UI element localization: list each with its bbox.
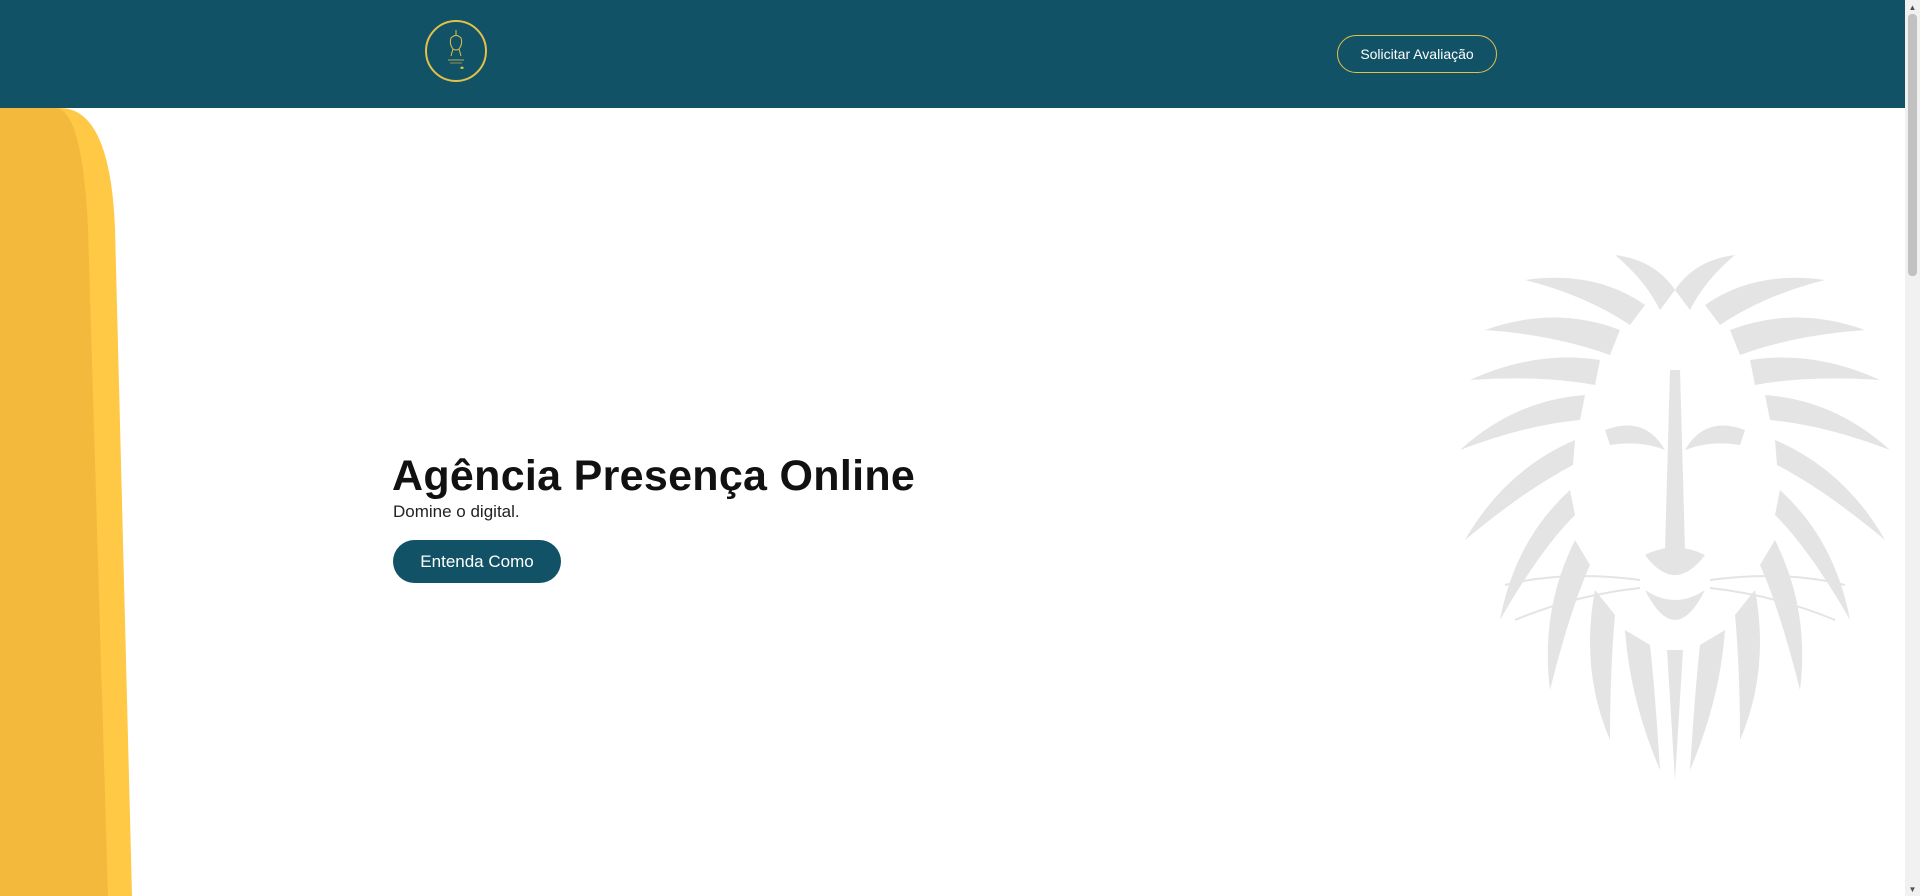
scroll-up-arrow-icon[interactable]: ▲: [1905, 0, 1920, 14]
lion-head-watermark-icon: [1460, 255, 1890, 780]
learn-how-button[interactable]: Entenda Como: [393, 540, 561, 583]
page-scrollbar[interactable]: ▲ ▼: [1905, 0, 1920, 896]
hero-title: Agência Presença Online: [392, 452, 916, 500]
request-evaluation-button[interactable]: Solicitar Avaliação: [1337, 35, 1497, 73]
yellow-wave-decoration: [0, 108, 132, 896]
scroll-down-arrow-icon[interactable]: ▼: [1905, 882, 1920, 896]
scrollbar-thumb[interactable]: [1908, 14, 1917, 276]
lion-circle-logo-icon: [448, 30, 464, 69]
site-header: Solicitar Avaliação: [0, 0, 1905, 108]
hero-subtitle: Domine o digital.: [393, 502, 520, 521]
logo-icon[interactable]: [425, 20, 487, 82]
